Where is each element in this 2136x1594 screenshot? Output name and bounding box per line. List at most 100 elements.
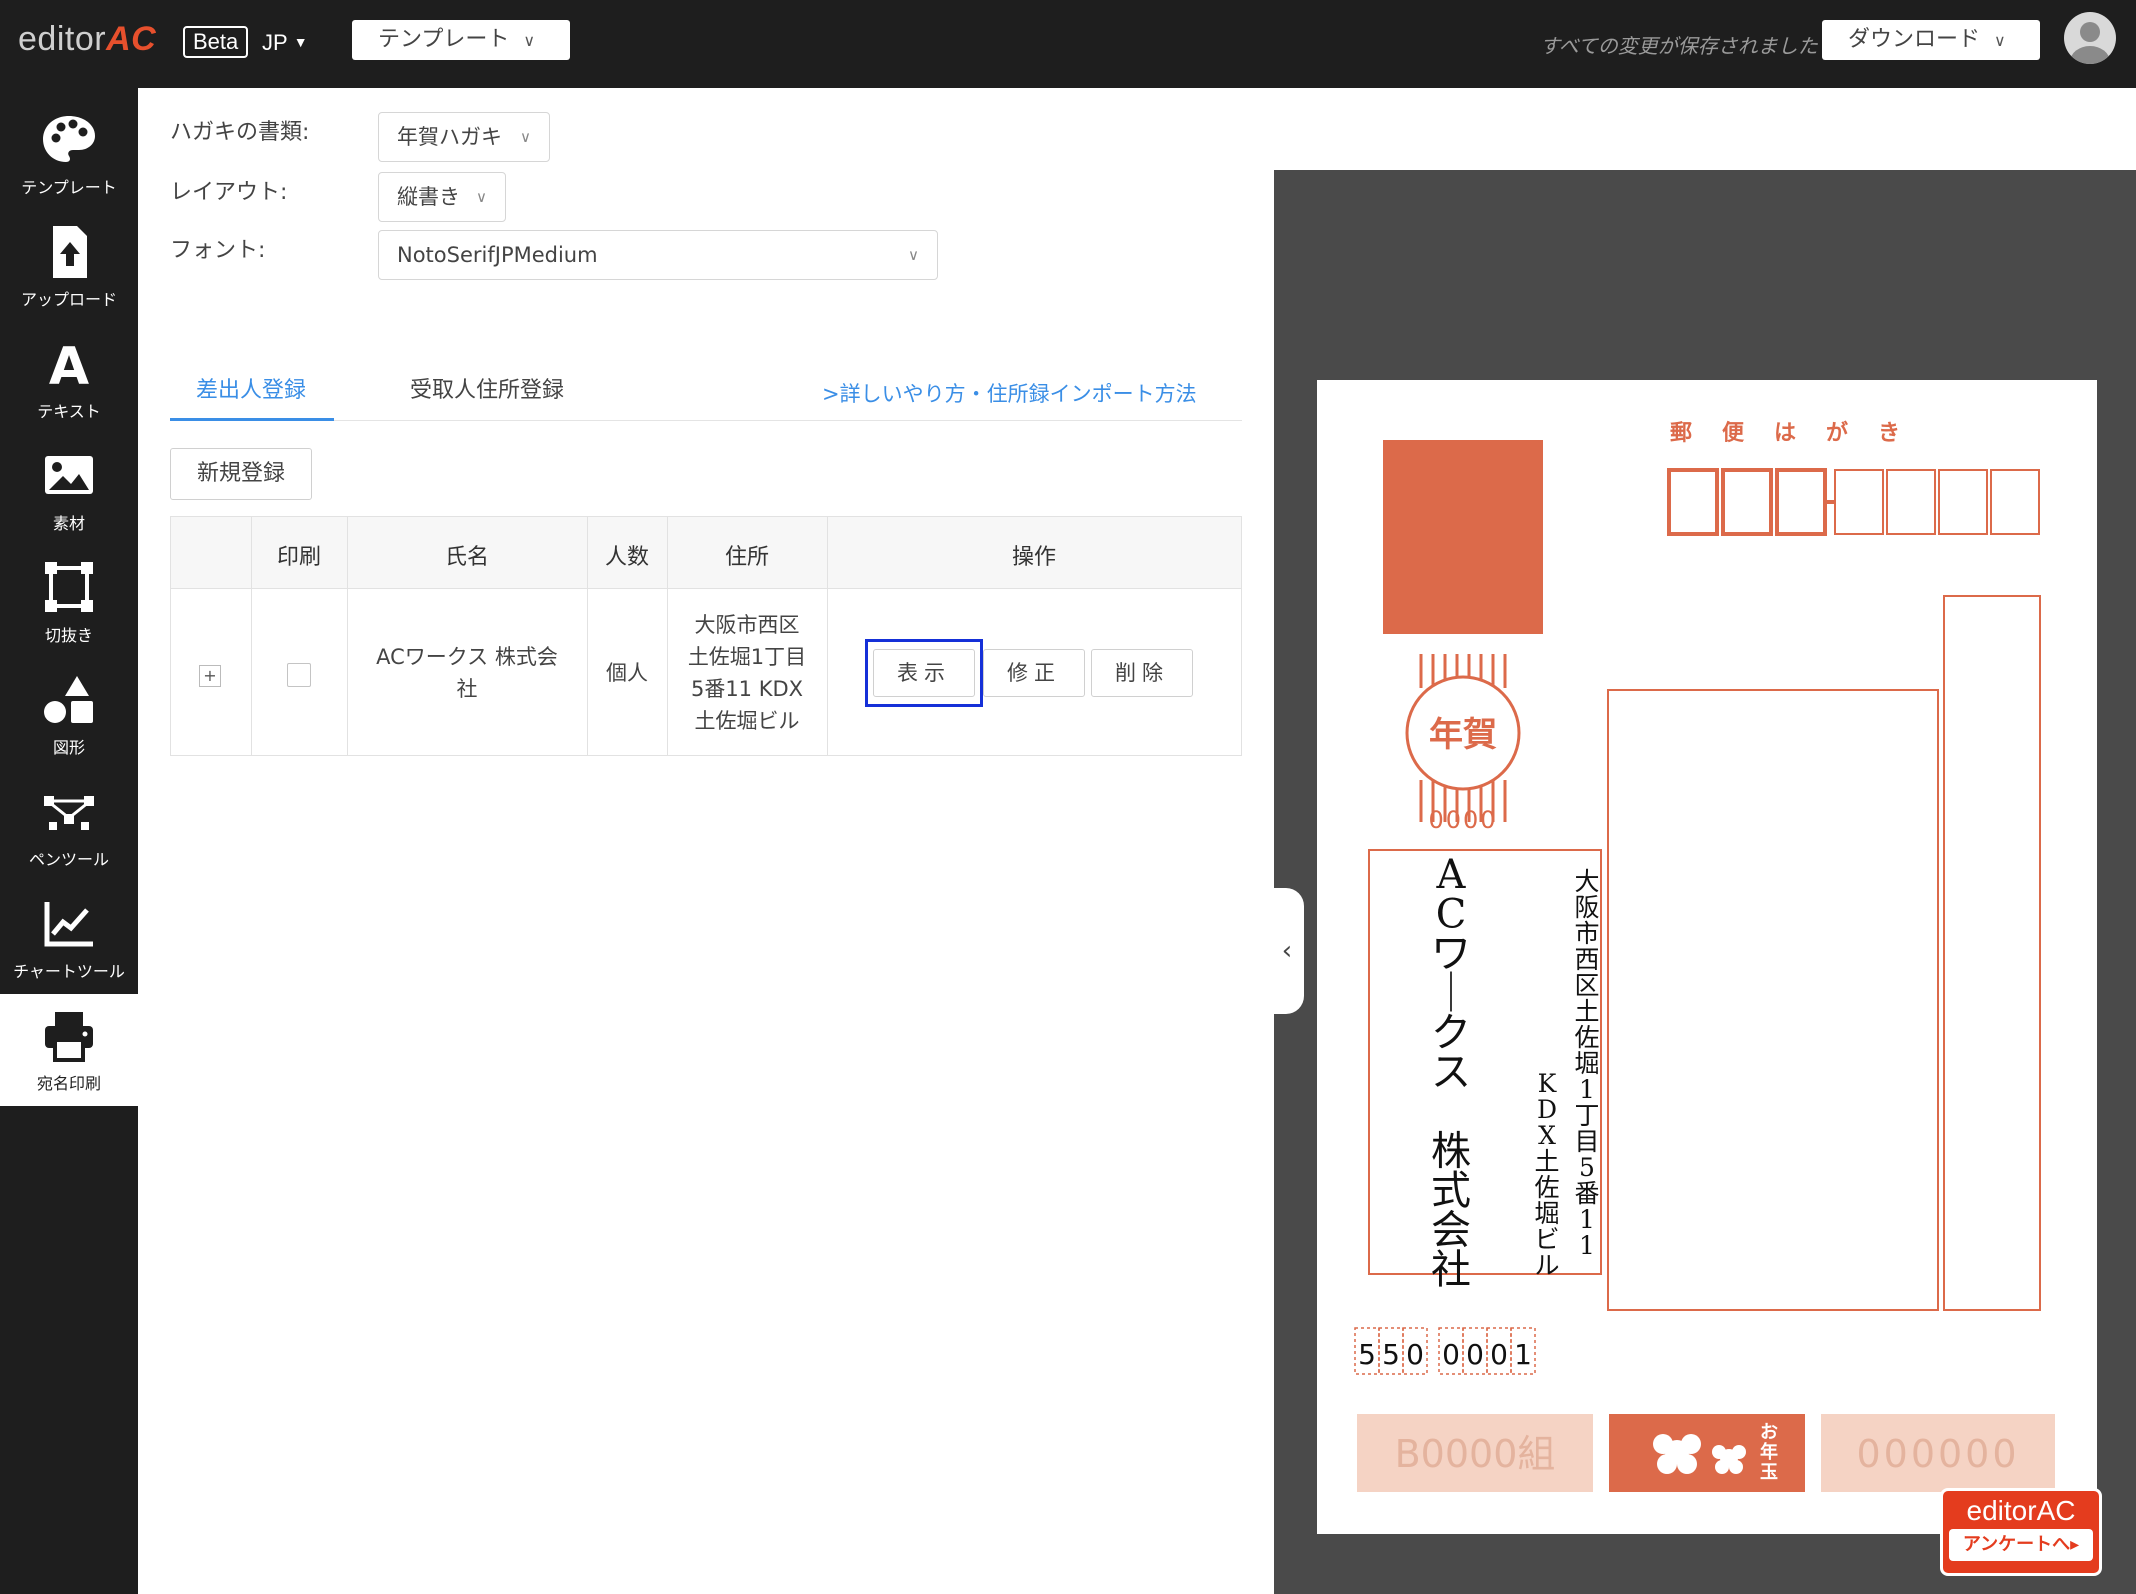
download-dropdown[interactable]: ダウンロード ∨ bbox=[1822, 20, 2040, 60]
postcard-preview: 郵便はがき 年賀 0000 A C ワ ｜ ク ス 株 式 会 社 大 阪 市 … bbox=[1317, 380, 2097, 1534]
survey-badge[interactable]: editorAC アンケートへ▸ bbox=[1940, 1488, 2102, 1576]
card-type-dropdown[interactable]: 年賀ハガキ ∨ bbox=[378, 112, 550, 162]
address-line: 5番11 KDX bbox=[690, 677, 804, 701]
expand-row-button[interactable]: + bbox=[199, 665, 221, 687]
zip-digit: 5 bbox=[1382, 1338, 1400, 1371]
template-dropdown[interactable]: テンプレート ∨ bbox=[352, 20, 570, 60]
address-char: 大 bbox=[1574, 867, 1599, 896]
address-char: 5 bbox=[1579, 1153, 1595, 1182]
row-count: 個人 bbox=[606, 661, 648, 685]
address-char: 市 bbox=[1574, 919, 1599, 948]
name-line: 社 bbox=[456, 677, 478, 701]
address-line: 土佐堀1丁目 bbox=[687, 645, 807, 669]
row-name: ACワークス 株式会 社 bbox=[357, 641, 577, 705]
lottery-char: お bbox=[1760, 1422, 1778, 1443]
sidebar-item-shapes[interactable]: 図形 bbox=[0, 658, 138, 770]
chevron-down-icon: ∨ bbox=[908, 246, 919, 264]
help-link[interactable]: >詳しいやり方・住所録インポート方法 bbox=[822, 378, 1197, 408]
layout-dropdown[interactable]: 縦書き ∨ bbox=[378, 172, 506, 222]
zip-digit: 0 bbox=[1466, 1338, 1484, 1371]
building-char: 佐 bbox=[1534, 1173, 1559, 1202]
app-logo[interactable]: editorAC bbox=[18, 20, 156, 59]
address-char: 佐 bbox=[1574, 1023, 1599, 1052]
lottery-mid-label: お年玉 bbox=[1760, 1422, 1778, 1483]
address-char: 目 bbox=[1574, 1127, 1599, 1156]
address-char: 1 bbox=[1579, 1205, 1595, 1234]
header-char: き bbox=[1878, 420, 1900, 446]
zip-digit: 0 bbox=[1406, 1338, 1424, 1371]
save-status: すべての変更が保存されました bbox=[1540, 34, 1818, 58]
sidebar-item-address-print[interactable]: 宛名印刷 bbox=[0, 994, 138, 1106]
sidebar-item-template[interactable]: テンプレート bbox=[0, 98, 138, 210]
header-char: 郵 bbox=[1670, 420, 1692, 446]
name-line: ACワークス 株式会 bbox=[376, 645, 558, 669]
address-line: 大阪市西区 bbox=[694, 613, 800, 637]
edit-button[interactable]: 修正 bbox=[983, 649, 1085, 697]
collapse-panel-button[interactable]: ‹ bbox=[1270, 888, 1304, 1014]
postcard-header: 郵便はがき bbox=[1670, 420, 1900, 446]
text-icon: A bbox=[39, 336, 99, 397]
building-char: ル bbox=[1534, 1251, 1559, 1280]
user-avatar[interactable] bbox=[2064, 12, 2116, 64]
recipient-zip-boxes-small bbox=[1834, 469, 2040, 535]
address-char: 丁 bbox=[1574, 1101, 1599, 1130]
tab-receiver-registration[interactable]: 受取人住所登録 bbox=[410, 372, 564, 404]
sidebar-item-text[interactable]: A テキスト bbox=[0, 322, 138, 434]
shapes-icon bbox=[39, 672, 99, 728]
building-char: D bbox=[1537, 1095, 1557, 1124]
caret-down-icon: ▼ bbox=[293, 34, 308, 50]
upload-icon bbox=[39, 224, 99, 280]
printer-icon bbox=[39, 1008, 99, 1064]
font-dropdown[interactable]: NotoSerifJPMedium ∨ bbox=[378, 230, 938, 280]
address-char: 堀 bbox=[1574, 1049, 1599, 1078]
header-address: 住所 bbox=[724, 545, 769, 570]
building-char: 堀 bbox=[1534, 1199, 1559, 1228]
building-char: 土 bbox=[1534, 1147, 1559, 1176]
lottery-number-text: 000000 bbox=[1856, 1432, 2019, 1476]
address-char: 1 bbox=[1579, 1231, 1595, 1260]
chevron-down-icon: ∨ bbox=[523, 31, 536, 50]
stamp-area bbox=[1383, 440, 1543, 634]
zip-digit: 5 bbox=[1358, 1338, 1376, 1371]
recipient-zip-boxes bbox=[1667, 468, 1835, 536]
header-char: 便 bbox=[1722, 420, 1745, 446]
palette-icon bbox=[39, 112, 99, 168]
header-count: 人数 bbox=[604, 545, 649, 570]
lottery-char: 玉 bbox=[1760, 1462, 1778, 1483]
chevron-down-icon: ∨ bbox=[1994, 31, 2006, 50]
active-tab-indicator bbox=[170, 418, 334, 421]
sidebar-item-materials[interactable]: 素材 bbox=[0, 434, 138, 546]
chevron-left-icon: ‹ bbox=[1281, 936, 1293, 966]
card-type-label: ハガキの書類: bbox=[170, 120, 310, 145]
chevron-down-icon: ∨ bbox=[476, 188, 487, 206]
show-button[interactable]: 表示 bbox=[873, 649, 975, 697]
tab-sender-registration[interactable]: 差出人登録 bbox=[196, 372, 306, 404]
sender-address-vertical: 大阪市西区土佐堀1丁目5番11 bbox=[1574, 867, 1599, 1260]
postmark-label: 年賀 bbox=[1429, 715, 1497, 755]
header-actions: 操作 bbox=[1011, 545, 1056, 570]
address-char: 西 bbox=[1574, 945, 1599, 974]
header-char: が bbox=[1826, 420, 1848, 446]
new-registration-button[interactable]: 新規登録 bbox=[170, 448, 312, 500]
lottery-group-text: B0000組 bbox=[1395, 1432, 1556, 1476]
left-sidebar: テンプレート アップロード A テキスト 素材 切抜き 図形 ペンツール チャー… bbox=[0, 88, 138, 1594]
address-line: 土佐堀ビル bbox=[694, 709, 800, 733]
address-char: 1 bbox=[1579, 1075, 1595, 1104]
address-char: 番 bbox=[1574, 1179, 1599, 1208]
sender-zip: 5500001 bbox=[1354, 1327, 1536, 1375]
sender-frame bbox=[1368, 849, 1602, 1275]
sidebar-item-chart-tool[interactable]: チャートツール bbox=[0, 882, 138, 994]
print-checkbox[interactable] bbox=[287, 663, 311, 687]
header-name: 氏名 bbox=[444, 545, 489, 570]
zip-digit: 1 bbox=[1514, 1338, 1532, 1371]
sidebar-item-upload[interactable]: アップロード bbox=[0, 210, 138, 322]
language-selector[interactable]: JP ▼ bbox=[262, 30, 308, 56]
survey-label: アンケートへ▸ bbox=[1949, 1529, 2093, 1561]
postmark-digits: 0000 bbox=[1428, 806, 1497, 834]
sidebar-item-crop[interactable]: 切抜き bbox=[0, 546, 138, 658]
delete-button[interactable]: 削除 bbox=[1091, 649, 1193, 697]
svg-text:A: A bbox=[49, 337, 89, 392]
building-char: ビ bbox=[1534, 1225, 1559, 1254]
sidebar-item-pen-tool[interactable]: ペンツール bbox=[0, 770, 138, 882]
chart-icon bbox=[39, 896, 99, 952]
